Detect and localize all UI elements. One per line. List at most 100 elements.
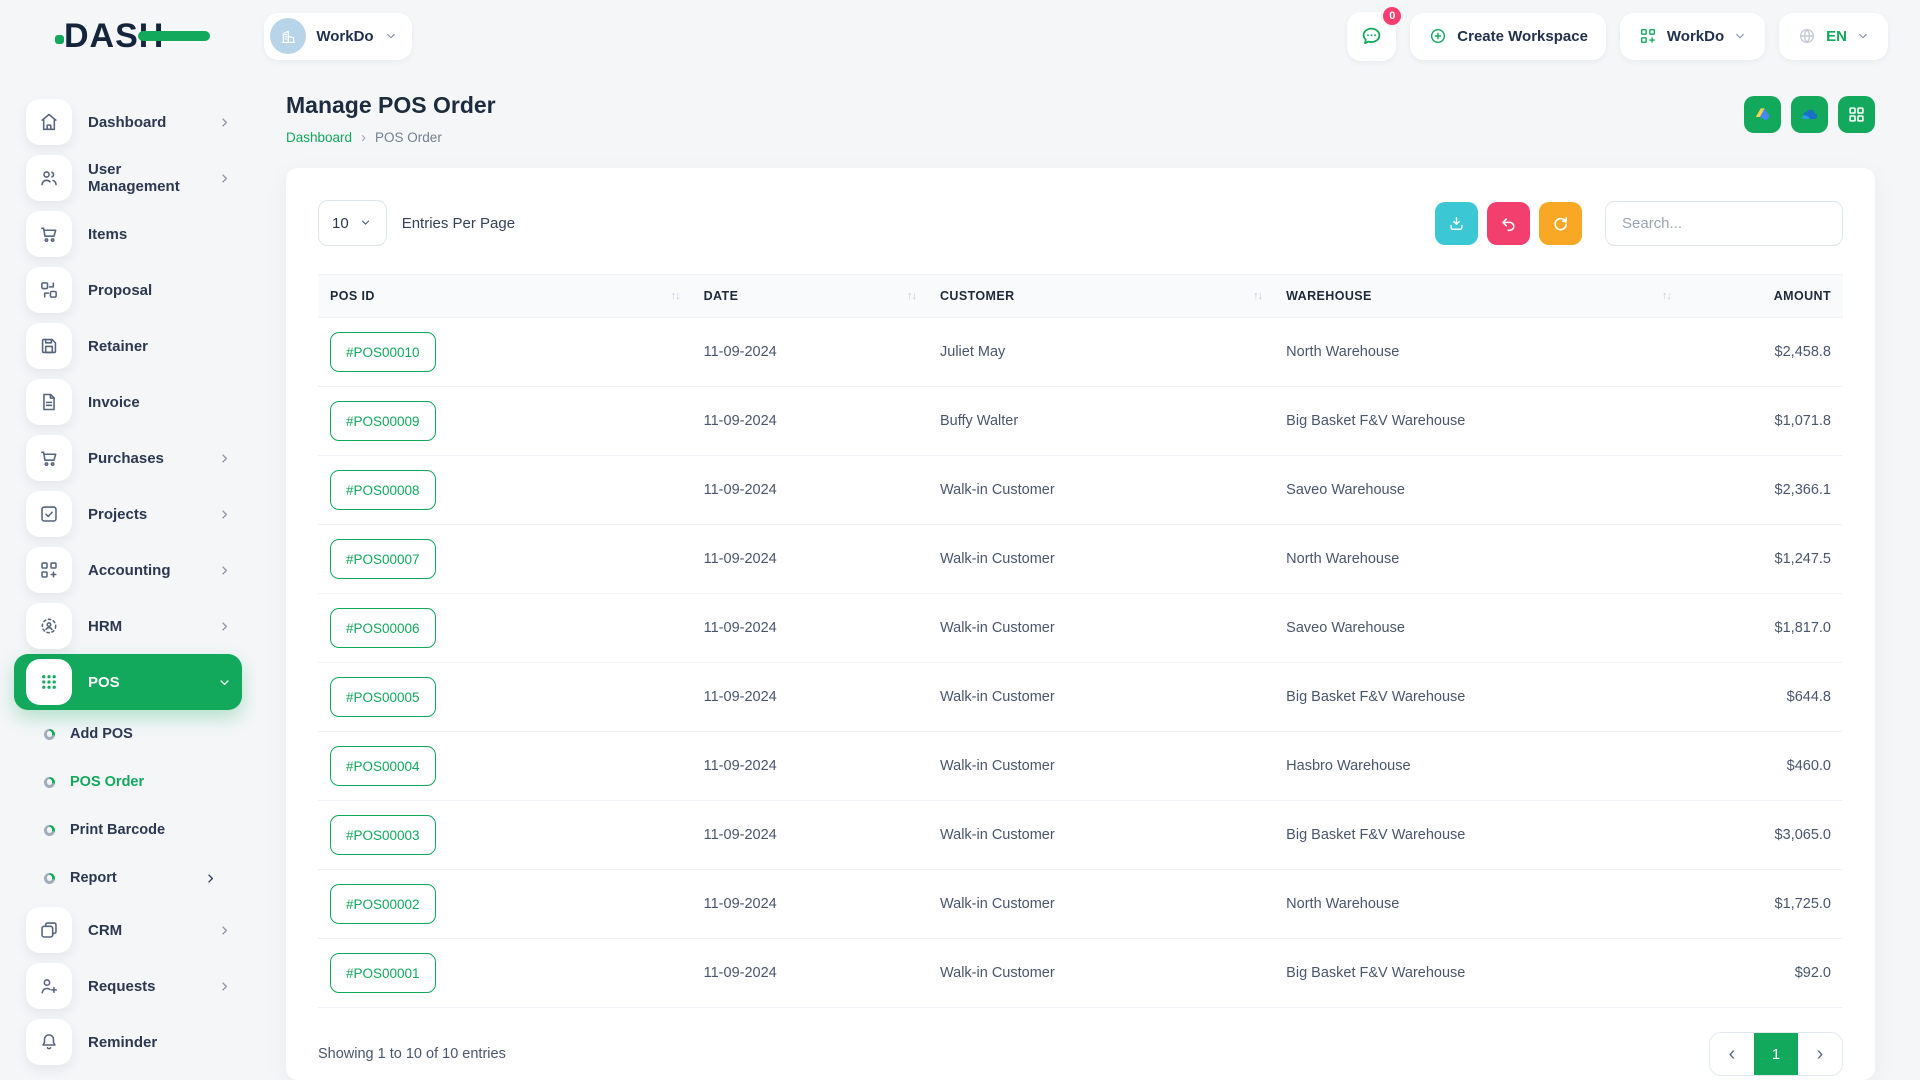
column-header-pos-id[interactable]: POS ID ↑↓ bbox=[318, 275, 692, 318]
chevron-right-icon bbox=[217, 115, 232, 130]
sidebar-subitem-pos-order[interactable]: POS Order bbox=[14, 758, 242, 806]
chevron-right-icon bbox=[217, 923, 232, 938]
sidebar-item-proposal[interactable]: Proposal bbox=[14, 262, 242, 318]
pos-id-link[interactable]: #POS00009 bbox=[330, 401, 436, 441]
sidebar-subitem-label: POS Order bbox=[70, 774, 144, 790]
sort-arrows-icon[interactable]: ↑↓ bbox=[1662, 290, 1671, 302]
table-row: #POS0000411-09-2024Walk-in CustomerHasbr… bbox=[318, 732, 1843, 801]
pos-id-link[interactable]: #POS00005 bbox=[330, 677, 436, 717]
column-header-date[interactable]: DATE↑↓ bbox=[692, 275, 928, 318]
user-plus-icon bbox=[26, 963, 72, 1009]
grid-view-button[interactable] bbox=[1838, 96, 1875, 133]
sidebar-item-label: Purchases bbox=[88, 450, 164, 467]
sidebar-item-label: Proposal bbox=[88, 282, 152, 299]
sidebar-item-pos[interactable]: POS bbox=[14, 654, 242, 710]
bullet-icon bbox=[44, 729, 55, 740]
sidebar-item-crm[interactable]: CRM bbox=[14, 902, 242, 958]
workspace-menu-button[interactable]: WorkDo bbox=[1620, 13, 1765, 60]
pos-id-link[interactable]: #POS00001 bbox=[330, 953, 436, 993]
table-header-row: POS ID↑↓DATE↑↓CUSTOMER↑↓WAREHOUSE↑↓AMOUN… bbox=[318, 275, 1843, 318]
onedrive-button[interactable] bbox=[1791, 96, 1828, 133]
sidebar-item-invoice[interactable]: Invoice bbox=[14, 374, 242, 430]
brand-logo[interactable]: DASH bbox=[64, 17, 164, 56]
search-input[interactable] bbox=[1605, 201, 1843, 246]
google-drive-button[interactable] bbox=[1744, 96, 1781, 133]
entries-per-page-select[interactable]: 10 bbox=[318, 200, 387, 246]
pos-id-cell: #POS00009 bbox=[318, 387, 692, 456]
column-label: POS ID bbox=[330, 289, 375, 303]
org-switcher[interactable]: WorkDo bbox=[264, 13, 411, 60]
warehouse-cell: Hasbro Warehouse bbox=[1274, 732, 1683, 801]
sort-arrows-icon[interactable]: ↑↓ bbox=[671, 290, 680, 302]
column-header-warehouse[interactable]: WAREHOUSE ↑↓ bbox=[1274, 275, 1683, 318]
topbar: DASH WorkDo 0 Create Workspace WorkDo bbox=[0, 0, 1920, 72]
breadcrumb-separator-icon: › bbox=[361, 130, 366, 145]
sidebar-item-user-management[interactable]: User Management bbox=[14, 150, 242, 206]
sidebar-subitem-add-pos[interactable]: Add POS bbox=[14, 710, 242, 758]
messages-button[interactable]: 0 bbox=[1347, 12, 1396, 61]
chevron-right-icon bbox=[217, 619, 232, 634]
sidebar-subitem-label: Report bbox=[70, 870, 117, 886]
dots-grid-icon bbox=[26, 659, 72, 705]
sidebar-subitem-report[interactable]: Report bbox=[14, 854, 242, 902]
sidebar-item-reminder[interactable]: Reminder bbox=[14, 1014, 242, 1070]
pos-id-link[interactable]: #POS00007 bbox=[330, 539, 436, 579]
sort-arrows-icon[interactable]: ↑↓ bbox=[907, 290, 916, 302]
pos-id-cell: #POS00007 bbox=[318, 525, 692, 594]
column-header-customer[interactable]: CUSTOMER↑↓ bbox=[928, 275, 1274, 318]
sidebar-item-label: Accounting bbox=[88, 562, 171, 579]
sidebar-item-projects[interactable]: Projects bbox=[14, 486, 242, 542]
customer-cell: Walk-in Customer bbox=[928, 456, 1274, 525]
sidebar-item-hrm[interactable]: HRM bbox=[14, 598, 242, 654]
warehouse-cell: North Warehouse bbox=[1274, 525, 1683, 594]
pos-id-link[interactable]: #POS00010 bbox=[330, 332, 436, 372]
sidebar-item-requests[interactable]: Requests bbox=[14, 958, 242, 1014]
pos-id-cell: #POS00002 bbox=[318, 870, 692, 939]
export-button[interactable] bbox=[1435, 202, 1478, 245]
sidebar-item-accounting[interactable]: Accounting bbox=[14, 542, 242, 598]
language-menu-button[interactable]: EN bbox=[1779, 13, 1888, 60]
messages-count-badge: 0 bbox=[1381, 5, 1403, 27]
pagination-prev-button[interactable]: ‹ bbox=[1710, 1033, 1754, 1075]
pagination-next-button[interactable]: › bbox=[1798, 1033, 1842, 1075]
workspace-menu-label: WorkDo bbox=[1667, 28, 1724, 45]
pos-id-link[interactable]: #POS00002 bbox=[330, 884, 436, 924]
table-row: #POS0000711-09-2024Walk-in CustomerNorth… bbox=[318, 525, 1843, 594]
create-workspace-button[interactable]: Create Workspace bbox=[1410, 13, 1606, 60]
pos-id-cell: #POS00003 bbox=[318, 801, 692, 870]
pos-id-link[interactable]: #POS00004 bbox=[330, 746, 436, 786]
amount-cell: $92.0 bbox=[1683, 939, 1843, 1008]
sidebar-subitem-print-barcode[interactable]: Print Barcode bbox=[14, 806, 242, 854]
swap-squares-icon bbox=[26, 267, 72, 313]
pos-id-cell: #POS00001 bbox=[318, 939, 692, 1008]
sort-arrows-icon[interactable]: ↑↓ bbox=[1253, 290, 1262, 302]
sidebar-item-retainer[interactable]: Retainer bbox=[14, 318, 242, 374]
main-content: Manage POS Order Dashboard › POS Order bbox=[256, 72, 1920, 1080]
customer-cell: Walk-in Customer bbox=[928, 939, 1274, 1008]
breadcrumb: Dashboard › POS Order bbox=[286, 130, 496, 145]
refresh-button[interactable] bbox=[1539, 202, 1582, 245]
column-header-amount: AMOUNT bbox=[1683, 275, 1843, 318]
amount-cell: $2,366.1 bbox=[1683, 456, 1843, 525]
sidebar-item-purchases[interactable]: Purchases bbox=[14, 430, 242, 486]
sidebar-item-dashboard[interactable]: Dashboard bbox=[14, 94, 242, 150]
scan-user-icon bbox=[26, 603, 72, 649]
date-cell: 11-09-2024 bbox=[692, 525, 928, 594]
chevron-down-icon bbox=[1856, 29, 1870, 43]
overlap-squares-icon bbox=[26, 907, 72, 953]
pos-id-link[interactable]: #POS00008 bbox=[330, 470, 436, 510]
entries-per-page-label: Entries Per Page bbox=[402, 215, 515, 232]
cart-icon bbox=[26, 211, 72, 257]
date-cell: 11-09-2024 bbox=[692, 456, 928, 525]
sidebar-item-items[interactable]: Items bbox=[14, 206, 242, 262]
grid-plus-icon bbox=[26, 547, 72, 593]
sidebar-item-label: Requests bbox=[88, 978, 156, 995]
pagination-page-1[interactable]: 1 bbox=[1754, 1033, 1798, 1075]
undo-button[interactable] bbox=[1487, 202, 1530, 245]
onedrive-icon bbox=[1799, 104, 1820, 125]
pos-id-link[interactable]: #POS00003 bbox=[330, 815, 436, 855]
bullet-icon bbox=[44, 825, 55, 836]
column-label: WAREHOUSE bbox=[1286, 289, 1372, 303]
breadcrumb-dashboard-link[interactable]: Dashboard bbox=[286, 130, 352, 145]
pos-id-link[interactable]: #POS00006 bbox=[330, 608, 436, 648]
